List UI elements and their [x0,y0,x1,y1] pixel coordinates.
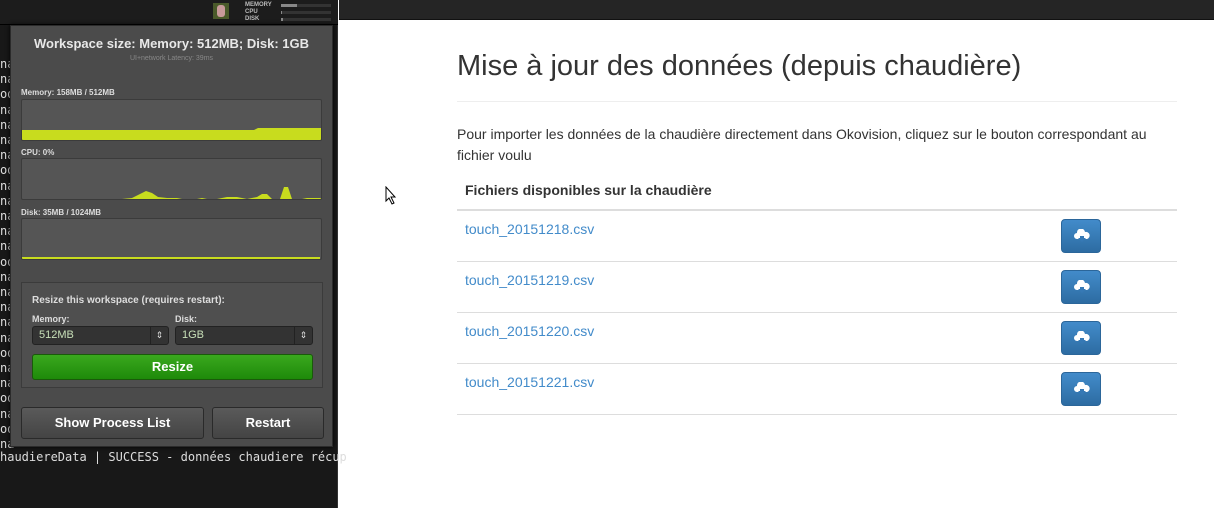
disk-graph-label: Disk: 35MB / 1024MB [21,208,102,217]
resize-section: Resize this workspace (requires restart)… [21,282,323,388]
stat-disk-label: DISK [245,16,260,22]
workspace-size-title: Workspace size: Memory: 512MB; Disk: 1GB [33,36,310,51]
divider [457,101,1177,102]
stat-disk-bar [281,18,331,21]
cloud-download-icon [1074,229,1090,242]
memory-select-value: 512MB [39,329,74,341]
mouse-cursor-icon [385,186,397,205]
download-button[interactable] [1061,219,1101,253]
disk-select[interactable]: 1GB ⇕ [175,326,313,345]
memory-graph-label: Memory: 158MB / 512MB [21,88,115,97]
file-link[interactable]: touch_20151220.csv [465,323,594,339]
download-button[interactable] [1061,321,1101,355]
avatar[interactable] [213,3,229,19]
table-row: touch_20151219.csv [457,262,1177,313]
cpu-graph [21,158,322,200]
latency-text: UI+network Latency: 39ms [129,55,214,62]
stat-cpu-label: CPU [245,9,258,15]
cloud-download-icon [1074,280,1090,293]
stat-memory-bar [281,4,331,7]
restart-button[interactable]: Restart [212,407,324,439]
disk-graph [21,218,322,260]
memory-graph [21,99,322,141]
download-button[interactable] [1061,270,1101,304]
file-link[interactable]: touch_20151221.csv [465,374,594,390]
intro-text: Pour importer les données de la chaudièr… [457,126,1147,163]
updown-icon: ⇕ [294,327,312,344]
disk-field-label: Disk: [175,314,198,324]
file-link[interactable]: touch_20151219.csv [465,272,594,288]
cloud-download-icon [1074,331,1090,344]
show-process-list-button[interactable]: Show Process List [21,407,204,439]
memory-select[interactable]: 512MB ⇕ [32,326,169,345]
table-header: Fichiers disponibles sur la chaudière [465,182,712,198]
cpu-graph-label: CPU: 0% [21,148,55,157]
page-title: Mise à jour des données (depuis chaudièr… [457,50,1022,82]
table-row: touch_20151221.csv [457,364,1177,415]
terminal-line: haudiereData | SUCCESS - données chaudie… [0,450,347,464]
download-button[interactable] [1061,372,1101,406]
updown-icon: ⇕ [150,327,168,344]
file-link[interactable]: touch_20151218.csv [465,221,594,237]
disk-select-value: 1GB [182,329,205,341]
resize-title: Resize this workspace (requires restart)… [32,295,225,306]
workspace-panel: Workspace size: Memory: 512MB; Disk: 1GB… [10,25,333,447]
cloud-download-icon [1074,382,1090,395]
stat-memory-label: MEMORY [245,2,272,8]
ide-top-bar: MEMORY CPU DISK [0,0,338,25]
navbar [339,0,1214,20]
table-row: touch_20151218.csv [457,211,1177,262]
table-row: touch_20151220.csv [457,313,1177,364]
resize-button[interactable]: Resize [32,354,313,380]
memory-field-label: Memory: [32,314,70,324]
stat-cpu-bar [281,11,331,14]
